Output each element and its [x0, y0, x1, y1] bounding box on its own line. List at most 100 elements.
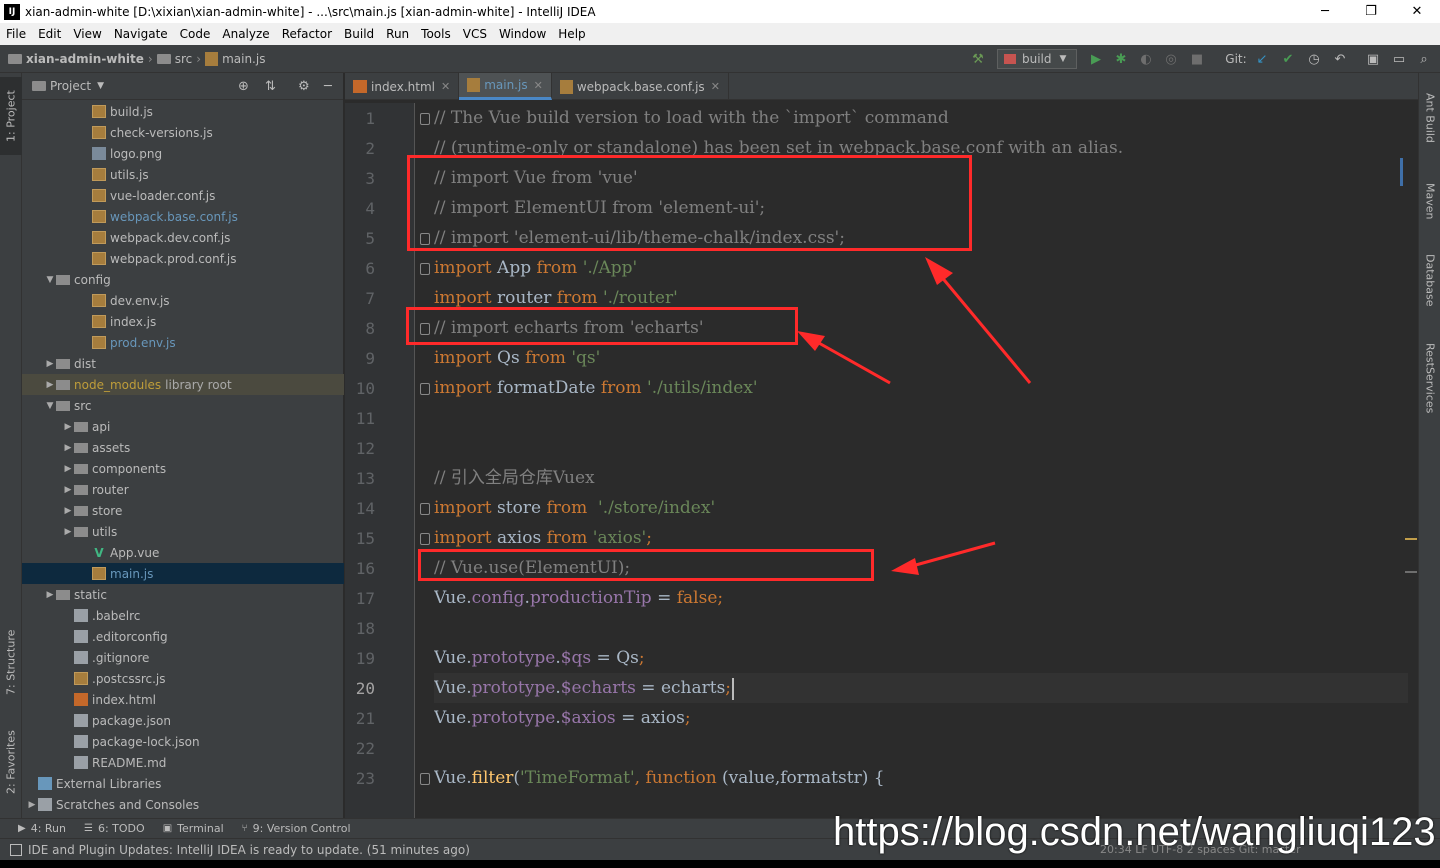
tree-item[interactable]: check-versions.js [22, 122, 344, 143]
tree-item[interactable]: V App.vue [22, 542, 344, 563]
warning-marker[interactable] [1405, 538, 1417, 540]
fold-marker-icon[interactable] [420, 263, 430, 275]
presentation-icon[interactable]: ▭ [1390, 49, 1408, 69]
fold-marker-icon[interactable] [420, 503, 430, 515]
status-message[interactable]: IDE and Plugin Updates: IntelliJ IDEA is… [28, 843, 470, 857]
close-tab-icon[interactable]: ✕ [441, 80, 450, 93]
fold-marker-icon[interactable] [420, 773, 430, 785]
breadcrumb-project[interactable]: xian-admin-white [26, 52, 144, 66]
collapsed-arrow-icon[interactable]: ▶ [62, 527, 74, 537]
tree-item[interactable]: webpack.base.conf.js [22, 206, 344, 227]
collapsed-arrow-icon[interactable]: ▶ [44, 590, 56, 600]
collapsed-arrow-icon[interactable]: ▶ [62, 443, 74, 453]
bottom-tab-terminal[interactable]: ▣ Terminal [163, 822, 224, 835]
menu-item-vcs[interactable]: VCS [457, 27, 493, 41]
editor-tab[interactable]: webpack.base.conf.js ✕ [552, 73, 729, 100]
maximize-button[interactable]: ❐ [1348, 0, 1394, 23]
editor-scrollbar[interactable] [1408, 103, 1418, 818]
tree-item[interactable]: dev.env.js [22, 290, 344, 311]
tree-item[interactable]: ▶ static [22, 584, 344, 605]
git-commit-icon[interactable]: ✔ [1279, 49, 1297, 69]
tree-item[interactable]: .editorconfig [22, 626, 344, 647]
tab-database[interactable]: Database [1419, 245, 1440, 315]
fold-marker-icon[interactable] [420, 113, 430, 125]
editor-tab[interactable]: index.html ✕ [345, 73, 460, 100]
hammer-build-icon[interactable]: ⚒ [968, 49, 988, 69]
expanded-arrow-icon[interactable]: ▼ [44, 401, 56, 411]
close-tab-icon[interactable]: ✕ [534, 79, 543, 92]
run-config-dropdown[interactable]: build ▼ [997, 49, 1077, 69]
tab-favorites[interactable]: 2: Favorites [0, 721, 22, 803]
menu-item-code[interactable]: Code [174, 27, 217, 41]
tree-item[interactable]: External Libraries [22, 773, 344, 794]
code-line[interactable]: Vue.config.productionTip = false; [434, 583, 723, 613]
search-everywhere-icon[interactable]: ⌕ [1415, 49, 1433, 69]
gear-icon[interactable]: ⚙ [298, 79, 310, 94]
tree-item[interactable]: ▶ store [22, 500, 344, 521]
info-marker[interactable] [1405, 571, 1417, 573]
chevron-down-icon[interactable]: ▼ [97, 81, 104, 91]
tree-item[interactable]: README.md [22, 752, 344, 773]
tree-item[interactable]: ▶ node_modules library root [22, 374, 344, 395]
tree-item[interactable]: .babelrc [22, 605, 344, 626]
menu-item-analyze[interactable]: Analyze [216, 27, 275, 41]
collapsed-arrow-icon[interactable]: ▶ [44, 359, 56, 369]
tree-item[interactable]: prod.env.js [22, 332, 344, 353]
locate-icon[interactable]: ⊕ [238, 79, 249, 94]
menu-item-run[interactable]: Run [380, 27, 415, 41]
bottom-tab-run[interactable]: ▶ 4: Run [18, 822, 66, 835]
menu-item-refactor[interactable]: Refactor [276, 27, 338, 41]
tree-item[interactable]: package-lock.json [22, 731, 344, 752]
debug-icon[interactable]: ✱ [1112, 49, 1130, 69]
bottom-tab-version-control[interactable]: ⑂ 9: Version Control [242, 822, 351, 835]
tab-ant-build[interactable]: Ant Build [1419, 83, 1440, 153]
code-line[interactable]: Vue.prototype.$axios = axios; [434, 703, 691, 733]
tree-item[interactable]: ▶ utils [22, 521, 344, 542]
run-icon[interactable]: ▶ [1087, 49, 1105, 69]
tree-item[interactable]: ▶ router [22, 479, 344, 500]
profile-icon[interactable]: ◎ [1162, 49, 1180, 69]
tree-item[interactable]: .postcssrc.js [22, 668, 344, 689]
tree-item[interactable]: index.js [22, 311, 344, 332]
collapsed-arrow-icon[interactable]: ▶ [62, 506, 74, 516]
breadcrumb-folder[interactable]: src [175, 52, 193, 66]
code-line[interactable]: Vue.filter('TimeFormat', function (value… [434, 763, 885, 793]
tree-item[interactable]: vue-loader.conf.js [22, 185, 344, 206]
coverage-icon[interactable]: ◐ [1137, 49, 1155, 69]
expanded-arrow-icon[interactable]: ▼ [44, 275, 56, 285]
editor-tab[interactable]: main.js ✕ [459, 73, 552, 100]
code-line[interactable]: import store from './store/index' [434, 493, 715, 523]
code-line[interactable]: // The Vue build version to load with th… [434, 103, 949, 133]
tab-project[interactable]: 1: Project [0, 77, 22, 155]
git-update-icon[interactable]: ↙ [1253, 49, 1271, 69]
tree-item[interactable]: ▼ config [22, 269, 344, 290]
menu-item-help[interactable]: Help [552, 27, 591, 41]
code-line[interactable]: import Qs from 'qs' [434, 343, 600, 373]
tab-structure[interactable]: 7: Structure [0, 621, 22, 703]
tree-item[interactable]: webpack.dev.conf.js [22, 227, 344, 248]
fold-marker-icon[interactable] [420, 383, 430, 395]
tab-maven[interactable]: Maven [1419, 171, 1440, 231]
project-panel-title[interactable]: Project [50, 79, 91, 93]
menu-item-navigate[interactable]: Navigate [108, 27, 174, 41]
tree-item[interactable]: ▶ Scratches and Consoles [22, 794, 344, 815]
collapsed-arrow-icon[interactable]: ▶ [44, 380, 56, 390]
tree-item[interactable]: ▶ api [22, 416, 344, 437]
tree-item[interactable]: webpack.prod.conf.js [22, 248, 344, 269]
stop-icon[interactable]: ■ [1188, 49, 1206, 69]
menu-item-tools[interactable]: Tools [415, 27, 457, 41]
menu-item-file[interactable]: File [0, 27, 32, 41]
minimize-button[interactable]: ─ [1302, 0, 1348, 23]
git-history-icon[interactable]: ◷ [1305, 49, 1323, 69]
tree-item[interactable]: index.html [22, 689, 344, 710]
tree-item[interactable]: main.js [22, 563, 344, 584]
status-toggle-icon[interactable] [10, 843, 22, 856]
bottom-tab-todo[interactable]: ☰ 6: TODO [84, 822, 145, 835]
code-line[interactable]: import formatDate from './utils/index' [434, 373, 758, 403]
tab-rest-services[interactable]: RestServices [1419, 333, 1440, 423]
tree-item[interactable]: package.json [22, 710, 344, 731]
close-button[interactable]: ✕ [1394, 0, 1440, 23]
tree-item[interactable]: logo.png [22, 143, 344, 164]
hide-panel-icon[interactable]: ─ [324, 79, 332, 94]
fold-marker-icon[interactable] [420, 533, 430, 545]
